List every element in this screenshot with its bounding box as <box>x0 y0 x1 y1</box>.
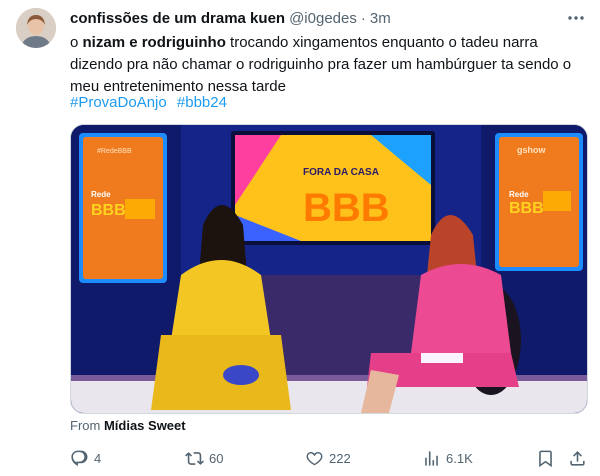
views-button[interactable]: 6.1K <box>422 446 473 470</box>
like-count: 222 <box>329 450 351 466</box>
left-panel-logo: BBB <box>91 202 126 219</box>
timestamp[interactable]: 3m <box>370 10 391 27</box>
hashtag-link[interactable]: #bbb24 <box>177 94 227 111</box>
tweet-text-bold: nizam e rodriguinho <box>82 34 226 51</box>
views-count: 6.1K <box>446 450 473 466</box>
avatar[interactable] <box>16 8 56 48</box>
reply-count: 4 <box>94 450 102 466</box>
tweet-actions: 4 60 222 6.1K <box>62 446 592 470</box>
like-button[interactable]: 222 <box>305 446 351 470</box>
separator-dot: · <box>360 9 366 27</box>
left-panel-top: #RedeBBB <box>97 148 132 155</box>
share-icon <box>570 450 585 466</box>
right-panel-logo: BBB <box>509 200 544 217</box>
screen-title: FORA DA CASA <box>303 167 379 178</box>
reply-button[interactable]: 4 <box>70 446 101 470</box>
right-panel-top: gshow <box>517 145 546 155</box>
tweet-text: o nizam e rodriguinho trocando xingament… <box>70 32 590 98</box>
left-panel-brand: Rede <box>91 190 111 199</box>
tweet: confissões de um drama kuen @i0gedes · 3… <box>0 0 600 476</box>
repost-count: 60 <box>209 450 224 466</box>
reply-icon <box>71 450 88 466</box>
views-icon <box>425 450 438 466</box>
media-source: From Mídias Sweet <box>70 418 186 433</box>
bookmark-button[interactable] <box>536 446 560 470</box>
author-name[interactable]: confissões de um drama kuen <box>70 10 285 27</box>
ellipsis-icon[interactable] <box>566 8 586 28</box>
hashtag-link[interactable]: #ProvaDoAnjo <box>70 94 167 111</box>
tweet-media-image[interactable]: #RedeBBB Rede BBB FORA DA CASA BBB gshow… <box>70 124 588 414</box>
author-handle[interactable]: @i0gedes <box>289 10 357 27</box>
hashtags: #ProvaDoAnjo #bbb24 <box>70 92 233 114</box>
screen-logo: BBB <box>303 186 390 230</box>
right-panel-brand: Rede <box>509 190 529 199</box>
repost-button[interactable]: 60 <box>185 446 223 470</box>
source-prefix: From <box>70 418 104 433</box>
source-name-link[interactable]: Mídias Sweet <box>104 418 186 433</box>
tweet-header: confissões de um drama kuen @i0gedes · 3… <box>70 8 391 28</box>
bookmark-icon <box>539 450 552 467</box>
tweet-text-prefix: o <box>70 34 83 51</box>
repost-icon <box>185 451 204 465</box>
heart-icon <box>306 451 323 465</box>
share-button[interactable] <box>568 446 592 470</box>
